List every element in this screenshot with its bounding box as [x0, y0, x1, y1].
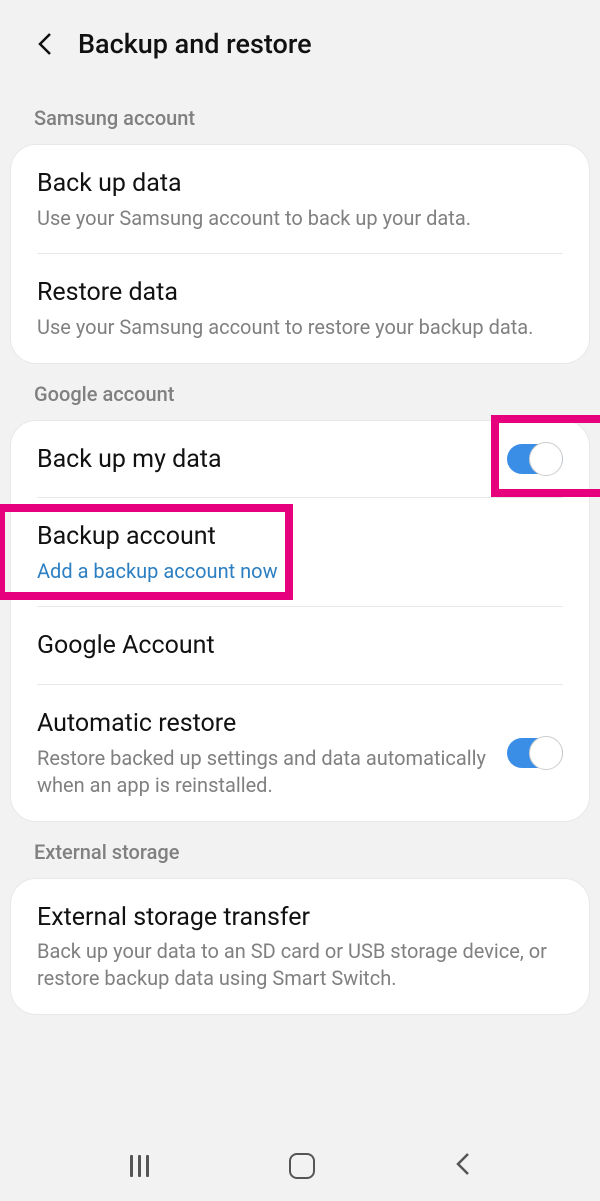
nav-home-button[interactable]	[289, 1153, 315, 1179]
item-automatic-restore[interactable]: Automatic restore Restore backed up sett…	[11, 685, 589, 821]
item-label: Backup account	[37, 520, 563, 554]
section-external-label: External storage	[0, 822, 600, 878]
item-desc: Use your Samsung account to back up your…	[37, 205, 563, 232]
nav-recent-button[interactable]	[130, 1155, 149, 1177]
card-samsung: Back up data Use your Samsung account to…	[10, 144, 590, 364]
item-backup-data[interactable]: Back up data Use your Samsung account to…	[11, 145, 589, 254]
item-link[interactable]: Add a backup account now	[37, 558, 563, 585]
item-label: Back up my data	[37, 443, 222, 477]
item-desc: Use your Samsung account to restore your…	[37, 314, 563, 341]
item-label: Restore data	[37, 276, 563, 310]
item-backup-my-data[interactable]: Back up my data	[11, 421, 589, 499]
card-external: External storage transfer Back up your d…	[10, 878, 590, 1016]
item-label: Back up data	[37, 167, 563, 201]
back-button[interactable]	[30, 29, 60, 59]
page-title: Backup and restore	[78, 28, 312, 60]
nav-back-button[interactable]	[456, 1152, 470, 1180]
android-navbar	[0, 1131, 600, 1201]
item-desc: Restore backed up settings and data auto…	[37, 745, 487, 799]
item-label: Automatic restore	[37, 707, 487, 741]
item-external-transfer[interactable]: External storage transfer Back up your d…	[11, 879, 589, 1015]
toggle-backup-my-data[interactable]	[507, 444, 563, 474]
item-google-account[interactable]: Google Account	[11, 607, 589, 685]
item-label: Google Account	[37, 629, 563, 663]
item-label: External storage transfer	[37, 901, 563, 935]
card-google: Back up my data Backup account Add a bac…	[10, 420, 590, 822]
item-desc: Back up your data to an SD card or USB s…	[37, 938, 563, 992]
chevron-left-icon	[38, 32, 52, 56]
toggle-automatic-restore[interactable]	[507, 738, 563, 768]
section-samsung-label: Samsung account	[0, 88, 600, 144]
item-backup-account[interactable]: Backup account Add a backup account now	[11, 498, 589, 607]
item-restore-data[interactable]: Restore data Use your Samsung account to…	[11, 254, 589, 363]
section-google-label: Google account	[0, 364, 600, 420]
chevron-left-icon	[456, 1152, 470, 1176]
header: Backup and restore	[0, 0, 600, 88]
